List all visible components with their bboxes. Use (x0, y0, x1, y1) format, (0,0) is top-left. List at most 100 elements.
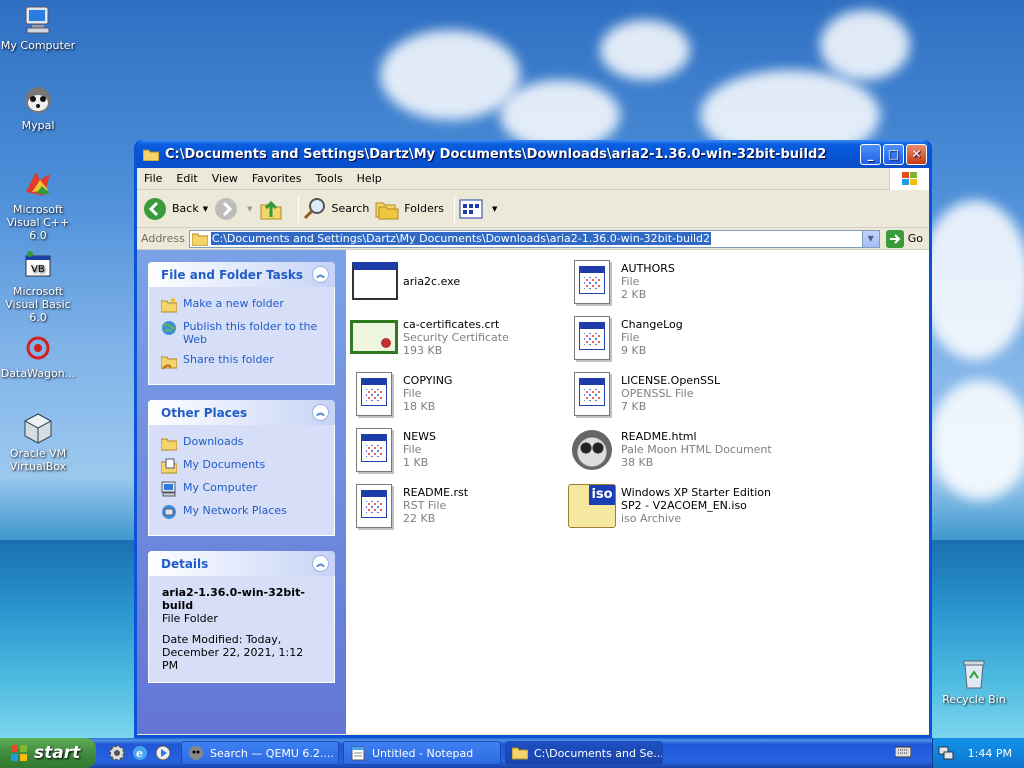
menu-favorites[interactable]: Favorites (245, 172, 309, 185)
start-button[interactable]: start (0, 738, 96, 768)
menu-file[interactable]: File (137, 172, 169, 185)
folders-button[interactable]: Folders (375, 194, 444, 224)
my-documents-icon (161, 458, 177, 474)
desktop-icon-recycle-bin[interactable]: Recycle Bin (934, 658, 1014, 706)
maximize-button[interactable]: □ (883, 143, 904, 165)
file-type: Security Certificate (403, 331, 509, 344)
folders-icon (375, 202, 399, 219)
file-item[interactable]: AUTHORS File 2 KB (568, 258, 786, 310)
up-folder-icon (260, 200, 281, 219)
window-titlebar[interactable]: C:\Documents and Settings\Dartz\My Docum… (137, 140, 929, 168)
place-my-network-places[interactable]: My Network Places (161, 504, 324, 520)
file-item[interactable]: ca-certificates.crt Security Certificate 1… (350, 314, 568, 366)
back-dropdown-icon[interactable]: ▼ (203, 205, 208, 213)
details-header[interactable]: Details ︽ (148, 551, 335, 576)
details-type: File Folder (162, 612, 218, 625)
search-button[interactable]: Search (303, 194, 369, 224)
file-item[interactable]: NEWS File 1 KB (350, 426, 568, 478)
views-dropdown-icon[interactable]: ▼ (492, 205, 497, 213)
details-name: aria2-1.36.0-win-32bit-build (162, 586, 305, 612)
file-icon (350, 482, 398, 530)
other-places-header[interactable]: Other Places ︽ (148, 400, 335, 425)
desktop-icon-my-computer[interactable]: My Computer (0, 4, 78, 52)
close-button[interactable]: ✕ (906, 143, 927, 165)
address-input[interactable]: C:\Documents and Settings\Dartz\My Docum… (188, 229, 880, 248)
mypal-raccoon-icon (22, 84, 54, 116)
address-dropdown-icon[interactable]: ▼ (861, 230, 879, 247)
place-my-computer[interactable]: My Computer (161, 481, 324, 497)
place-downloads[interactable]: Downloads (161, 435, 324, 451)
menu-edit[interactable]: Edit (169, 172, 204, 185)
forward-button[interactable]: ▼ (214, 194, 253, 224)
desktop-icon-mypal[interactable]: Mypal (0, 84, 78, 132)
desktop-icon-datawagon[interactable]: DataWagon... (0, 332, 78, 380)
network-tray-icon[interactable] (938, 745, 954, 761)
views-icon (459, 199, 483, 218)
internet-explorer-icon[interactable]: e (131, 744, 149, 762)
media-player-icon[interactable] (154, 744, 172, 762)
back-label: Back (172, 202, 199, 215)
task-label: Make a new folder (183, 297, 284, 310)
address-value: C:\Documents and Settings\Dartz\My Docum… (210, 232, 712, 245)
folder-icon (191, 233, 208, 246)
taskbar-item-qemu-search[interactable]: Search — QEMU 6.2.... (181, 741, 339, 765)
clock[interactable]: 1:44 PM (968, 747, 1012, 760)
collapse-chevron-icon[interactable]: ︽ (312, 266, 329, 283)
file-size: 193 KB (403, 344, 443, 357)
file-item[interactable]: LICENSE.OpenSSL OPENSSL File 7 KB (568, 370, 786, 422)
task-label: Publish this folder to the Web (183, 320, 318, 346)
network-places-icon (162, 505, 176, 519)
desktop-icon-label: Microsoft Visual Basic 6.0 (5, 285, 71, 324)
collapse-chevron-icon[interactable]: ︽ (312, 555, 329, 572)
task-share-folder[interactable]: Share this folder (161, 353, 324, 369)
file-icon (568, 314, 616, 362)
collapse-chevron-icon[interactable]: ︽ (312, 404, 329, 421)
settings-gear-icon[interactable] (108, 744, 126, 762)
details-panel: Details ︽ aria2-1.36.0-win-32bit-build F… (148, 551, 335, 683)
desktop-icon-visual-basic[interactable]: VB Microsoft Visual Basic 6.0 (0, 250, 78, 324)
task-label: Share this folder (183, 353, 274, 366)
taskbar-item-explorer[interactable]: C:\Documents and Se... (505, 741, 663, 765)
views-button[interactable]: ▼ (459, 194, 497, 224)
my-computer-icon (161, 481, 176, 497)
forward-dropdown-icon[interactable]: ▼ (247, 205, 252, 213)
task-publish-folder-web[interactable]: Publish this folder to the Web (161, 320, 324, 346)
iso-icon: iso (568, 482, 616, 530)
start-label: start (34, 743, 81, 763)
taskbar-item-notepad[interactable]: Untitled - Notepad (343, 741, 501, 765)
task-make-new-folder[interactable]: Make a new folder (161, 297, 324, 313)
file-item[interactable]: README.rst RST File 22 KB (350, 482, 568, 534)
menu-view[interactable]: View (205, 172, 245, 185)
file-name: LICENSE.OpenSSL (621, 374, 721, 387)
minimize-button[interactable]: _ (860, 143, 881, 165)
file-folder-tasks-header[interactable]: File and Folder Tasks ︽ (148, 262, 335, 287)
file-item[interactable]: COPYING File 18 KB (350, 370, 568, 422)
file-type: Pale Moon HTML Document (621, 443, 772, 456)
desktop-icon-visual-cpp[interactable]: Microsoft Visual C++ 6.0 (0, 168, 78, 242)
file-folder-tasks-panel: File and Folder Tasks ︽ Make a new folde… (148, 262, 335, 385)
task-pane: File and Folder Tasks ︽ Make a new folde… (137, 250, 346, 734)
file-icon (568, 258, 616, 306)
standard-toolbar: Back ▼ ▼ Search Folders ▼ (137, 190, 929, 228)
up-folder-button[interactable] (259, 194, 288, 224)
file-item[interactable]: iso Windows XP Starter Edition SP2 - V2A… (568, 482, 798, 534)
keyboard-icon[interactable] (895, 746, 911, 758)
place-my-documents[interactable]: My Documents (161, 458, 324, 474)
desktop-icon-label: My Computer (0, 39, 76, 52)
file-item[interactable]: ChangeLog File 9 KB (568, 314, 786, 366)
back-button[interactable]: Back ▼ (143, 194, 208, 224)
menu-help[interactable]: Help (350, 172, 389, 185)
desktop-icon-label: Recycle Bin (942, 693, 1006, 706)
file-item[interactable]: README.html Pale Moon HTML Document 38 KB (568, 426, 786, 478)
certificate-icon (350, 314, 398, 362)
go-button[interactable]: Go (880, 229, 929, 248)
file-name: ca-certificates.crt (403, 318, 500, 331)
other-places-panel: Other Places ︽ Downloads My Documents My… (148, 400, 335, 536)
file-item[interactable]: aria2c.exe (350, 258, 568, 310)
virtualbox-cube-icon (22, 412, 54, 444)
svg-text:VB: VB (31, 264, 45, 275)
file-name: aria2c.exe (403, 275, 461, 288)
desktop-icon-virtualbox[interactable]: Oracle VM VirtualBox (0, 412, 78, 473)
menu-tools[interactable]: Tools (309, 172, 350, 185)
raccoon-icon (189, 746, 203, 760)
